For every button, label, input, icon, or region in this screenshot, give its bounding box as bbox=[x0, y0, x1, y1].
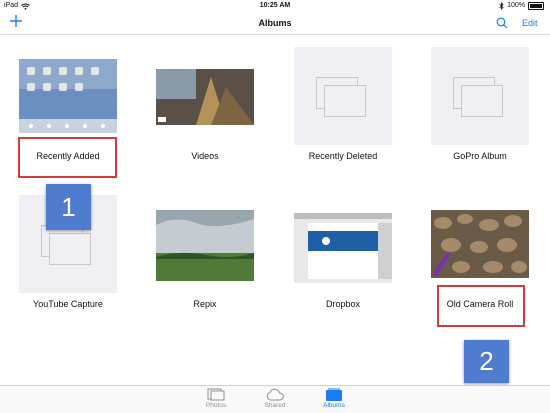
ipad-homescreen-thumbnail bbox=[19, 59, 117, 133]
albums-icon bbox=[326, 388, 342, 401]
videos-thumbnail bbox=[156, 69, 254, 125]
navigation-bar: Albums Edit bbox=[0, 12, 550, 35]
status-right: 100% bbox=[499, 0, 544, 12]
cloud-icon bbox=[266, 388, 284, 401]
album-label[interactable]: Videos bbox=[149, 151, 261, 161]
search-icon[interactable] bbox=[496, 17, 508, 29]
album-label[interactable]: Dropbox bbox=[287, 299, 399, 309]
photos-icon bbox=[207, 388, 225, 401]
album-thumbnail[interactable] bbox=[19, 47, 117, 145]
tab-photos[interactable]: Photos bbox=[196, 388, 236, 409]
album-thumbnail[interactable] bbox=[431, 47, 529, 145]
landscape-thumbnail bbox=[156, 210, 254, 281]
album-label[interactable]: YouTube Capture bbox=[12, 299, 124, 309]
album-label[interactable]: Repix bbox=[149, 299, 261, 309]
tab-bar: Photos Shared Albums bbox=[0, 385, 550, 413]
album-thumbnail[interactable] bbox=[156, 47, 254, 145]
battery-percent: 100% bbox=[507, 2, 525, 9]
tab-label: Photos bbox=[205, 402, 227, 409]
callout-badge-1: 1 bbox=[46, 184, 91, 230]
album-thumbnail[interactable] bbox=[431, 195, 529, 293]
highlight-box-recently-added bbox=[18, 137, 117, 178]
tab-label: Shared bbox=[264, 402, 286, 409]
highlight-box-old-camera-roll bbox=[437, 285, 525, 327]
bluetooth-icon bbox=[499, 2, 504, 10]
album-thumbnail[interactable] bbox=[294, 47, 392, 145]
album-thumbnail[interactable] bbox=[294, 195, 392, 293]
webpage-screenshot-thumbnail bbox=[294, 213, 392, 283]
callout-badge-2: 2 bbox=[464, 340, 509, 383]
page-title: Albums bbox=[258, 18, 292, 28]
tab-albums[interactable]: Albums bbox=[314, 388, 354, 409]
tab-shared[interactable]: Shared bbox=[255, 388, 295, 409]
battery-icon bbox=[528, 2, 544, 10]
status-bar: iPad 10:25 AM 100% bbox=[0, 0, 550, 12]
tab-label: Albums bbox=[323, 402, 345, 409]
edit-button[interactable]: Edit bbox=[522, 12, 538, 34]
status-time: 10:25 AM bbox=[259, 2, 291, 9]
album-label[interactable]: GoPro Album bbox=[424, 151, 536, 161]
album-thumbnail[interactable] bbox=[156, 195, 254, 293]
rocks-thumbnail bbox=[431, 210, 529, 278]
album-label[interactable]: Recently Deleted bbox=[287, 151, 399, 161]
